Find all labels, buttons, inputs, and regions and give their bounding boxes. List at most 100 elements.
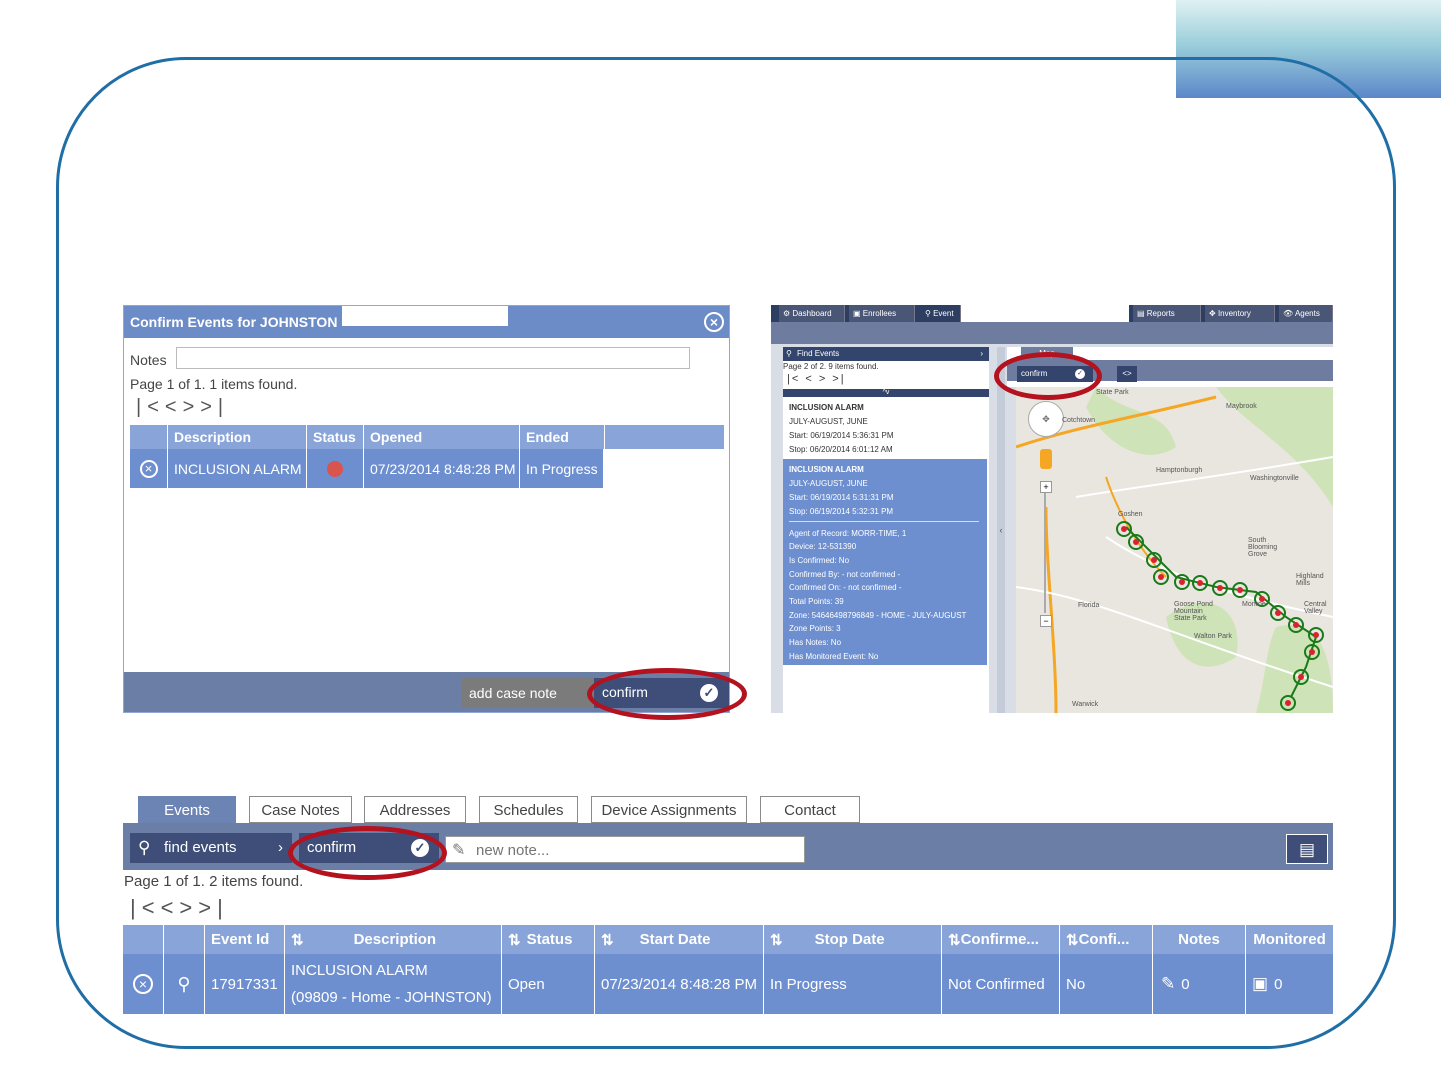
- table-row[interactable]: × INCLUSION ALARM 07/23/2014 8:48:28 PM …: [130, 449, 604, 488]
- notes-label: Notes: [130, 352, 167, 368]
- page-info: Page 2 of 2. 9 items found.: [783, 362, 879, 371]
- tab-device-assignments[interactable]: Device Assignments: [591, 796, 747, 823]
- dialog-grid-header: Description Status Opened Ended: [130, 425, 724, 449]
- find-events-button[interactable]: ⚲ find events ›: [130, 833, 292, 863]
- event-title: INCLUSION ALARM: [789, 403, 864, 412]
- code-icon[interactable]: <>: [1117, 366, 1137, 382]
- street-view-icon[interactable]: [1040, 449, 1052, 469]
- redaction-bar: [342, 306, 508, 326]
- row-confirmed: Not Confirmed: [942, 954, 1060, 1014]
- row-description: INCLUSION ALARM (09809 - Home - JOHNSTON…: [285, 954, 502, 1014]
- find-events-button[interactable]: ⚲ Find Events ›: [783, 347, 989, 361]
- map-label: Monroe: [1242, 601, 1266, 608]
- redaction-bar: [961, 305, 1129, 322]
- map-label: Highland Mills: [1296, 573, 1324, 587]
- new-note-input[interactable]: [474, 839, 798, 861]
- zoom-out-icon[interactable]: −: [1040, 615, 1052, 627]
- map-pin-icon[interactable]: ⚲: [164, 954, 205, 1014]
- zoom-in-icon[interactable]: +: [1040, 481, 1052, 493]
- remove-icon[interactable]: ×: [139, 459, 158, 478]
- prev-page-icon[interactable]: <: [165, 396, 183, 418]
- sort-icon: ⇅: [770, 931, 783, 949]
- last-page-icon[interactable]: >|: [198, 895, 229, 920]
- first-page-icon[interactable]: |<: [136, 396, 165, 418]
- sub-bar: [771, 322, 1333, 344]
- new-note-field[interactable]: ✎: [445, 836, 805, 863]
- row-notes: 0: [1181, 975, 1190, 993]
- tab-events[interactable]: Events: [138, 796, 236, 823]
- page-info: Page 1 of 1. 1 items found.: [130, 376, 298, 392]
- next-page-icon[interactable]: >: [183, 396, 201, 418]
- row-start-date: 07/23/2014 8:48:28 PM: [595, 954, 764, 1014]
- notes-input[interactable]: [176, 347, 690, 369]
- sort-icon: ⇅: [601, 931, 614, 949]
- remove-icon[interactable]: ×: [133, 974, 153, 994]
- col-stop-date[interactable]: ⇅ Stop Date: [764, 925, 942, 954]
- pager: |<<>>|: [136, 396, 229, 419]
- highlight-ellipse: [288, 826, 447, 880]
- row-opened: 07/23/2014 8:48:28 PM: [364, 449, 520, 488]
- tab-addresses[interactable]: Addresses: [364, 796, 466, 823]
- map-label: Warwick: [1072, 701, 1099, 708]
- col-start-date[interactable]: ⇅ Start Date: [595, 925, 764, 954]
- map-label: Central Valley: [1304, 601, 1327, 615]
- col-event-id[interactable]: Event Id: [205, 925, 285, 954]
- map-label: State Park: [1096, 389, 1129, 396]
- pager[interactable]: |< < > >|: [787, 373, 846, 385]
- map-label: Walton Park: [1194, 633, 1232, 640]
- map-label: Goshen: [1118, 511, 1143, 518]
- report-icon[interactable]: ▤: [1286, 834, 1328, 864]
- tab-schedules[interactable]: Schedules: [479, 796, 578, 823]
- edit-note-icon[interactable]: ✎: [1161, 974, 1175, 994]
- col-description[interactable]: ⇅ Description: [285, 925, 502, 954]
- tab-enrollees[interactable]: ▣ Enrollees: [849, 305, 915, 322]
- pager: |<<>>|: [130, 895, 229, 921]
- map-label: South Blooming Grove: [1248, 537, 1278, 558]
- col-ended[interactable]: Ended: [520, 425, 605, 449]
- map-view[interactable]: ✥ + − State Park Maybrook Cotchtown Hamp…: [1016, 387, 1333, 713]
- col-description[interactable]: Description: [168, 425, 307, 449]
- map-label: Washingtonville: [1250, 475, 1299, 482]
- map-label: Florida: [1078, 602, 1100, 609]
- table-row[interactable]: × ⚲ 17917331 INCLUSION ALARM (09809 - Ho…: [123, 954, 1333, 1014]
- col-status[interactable]: ⇅ Status: [502, 925, 595, 954]
- col-notes[interactable]: Notes: [1153, 925, 1246, 954]
- splitter-handle[interactable]: ‹: [997, 347, 1005, 713]
- col-confirmed[interactable]: ⇅ Confirme...: [942, 925, 1060, 954]
- search-icon: ⚲: [786, 349, 792, 358]
- first-page-icon[interactable]: |<: [130, 895, 161, 920]
- selected-event[interactable]: INCLUSION ALARM JULY-AUGUST, JUNE Start:…: [783, 459, 987, 665]
- col-confi[interactable]: ⇅ Confi...: [1060, 925, 1153, 954]
- search-icon: ⚲: [138, 838, 151, 857]
- tab-agents[interactable]: 👁 Agents: [1279, 305, 1333, 322]
- chevron-right-icon: ›: [980, 349, 983, 358]
- collapse-toggle[interactable]: ^v: [783, 389, 989, 397]
- tab-inventory[interactable]: ✥ Inventory: [1205, 305, 1275, 322]
- tab-event[interactable]: ⚲ Event: [921, 305, 961, 322]
- map-label: Goose Pond Mountain State Park: [1174, 601, 1213, 622]
- tab-dashboard[interactable]: ⚙ Dashboard: [779, 305, 845, 322]
- sort-icon: ⇅: [291, 931, 304, 949]
- prev-page-icon[interactable]: <: [161, 895, 180, 920]
- col-opened[interactable]: Opened: [364, 425, 520, 449]
- add-case-note-button[interactable]: add case note: [462, 678, 594, 708]
- tab-contact[interactable]: Contact: [760, 796, 860, 823]
- zoom-slider[interactable]: [1044, 493, 1046, 613]
- close-icon[interactable]: ×: [704, 312, 724, 332]
- tab-case-notes[interactable]: Case Notes: [249, 796, 352, 823]
- col-status[interactable]: Status: [307, 425, 364, 449]
- col-monitored[interactable]: Monitored: [1246, 925, 1333, 954]
- monitored-icon[interactable]: ▣: [1252, 974, 1268, 994]
- highlight-ellipse: [994, 352, 1102, 400]
- chevron-right-icon: ›: [278, 839, 283, 856]
- pan-control-icon[interactable]: ✥: [1028, 401, 1064, 437]
- event-stop: Stop: 06/20/2014 6:01:12 AM: [789, 445, 893, 454]
- next-page-icon[interactable]: >: [179, 895, 198, 920]
- tab-reports[interactable]: ▤ Reports: [1133, 305, 1201, 322]
- row-status: Open: [502, 954, 595, 1014]
- sort-icon: ⇅: [948, 931, 961, 949]
- last-page-icon[interactable]: >|: [200, 396, 229, 418]
- row-event-id: 17917331: [205, 954, 285, 1014]
- sort-icon: ⇅: [1066, 931, 1079, 949]
- sort-icon: ⇅: [508, 931, 521, 949]
